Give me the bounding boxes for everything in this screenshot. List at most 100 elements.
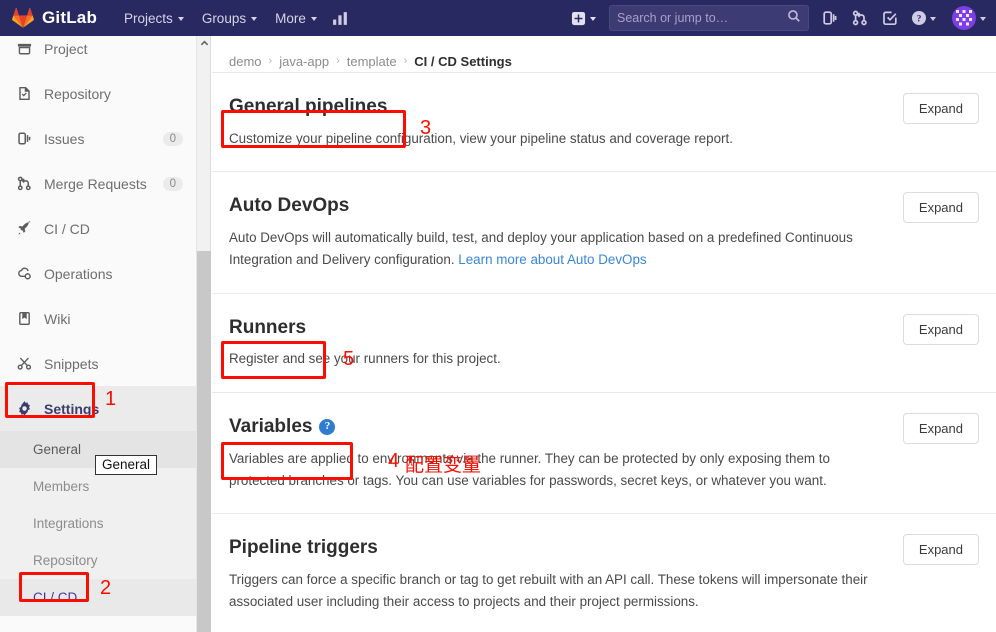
sidebar-scrollbar-thumb[interactable] bbox=[197, 251, 211, 632]
sidebar-item-issues[interactable]: Issues 0 bbox=[0, 116, 196, 161]
chevron-down-icon bbox=[930, 17, 936, 21]
sidebar-item-wiki[interactable]: Wiki bbox=[0, 296, 196, 341]
sidebar-subitem-ci-cd-label: CI / CD bbox=[33, 590, 78, 605]
section-pipeline-triggers-desc: Triggers can force a specific branch or … bbox=[229, 571, 868, 609]
section-variables: Variables ? Variables are applied to env… bbox=[212, 392, 996, 513]
chevron-down-icon bbox=[177, 17, 184, 21]
breadcrumb: demo › java-app › template › CI / CD Set… bbox=[212, 36, 996, 72]
nav-more-label: More bbox=[275, 10, 306, 26]
expand-button-general-pipelines[interactable]: Expand bbox=[902, 93, 979, 124]
question-mark-help-icon[interactable]: ? bbox=[319, 418, 336, 435]
sidebar-item-wiki-label: Wiki bbox=[44, 310, 71, 327]
navbar-right-group: Search or jump to… ? bbox=[564, 0, 996, 36]
repository-icon bbox=[14, 86, 34, 101]
sidebar-subitem-repository-label: Repository bbox=[33, 553, 98, 568]
search-placeholder: Search or jump to… bbox=[617, 11, 729, 25]
section-pipeline-triggers: Pipeline triggers Triggers can force a s… bbox=[212, 513, 996, 632]
chevron-down-icon bbox=[251, 17, 258, 21]
breadcrumb-template[interactable]: template bbox=[347, 54, 397, 69]
issues-count-badge: 0 bbox=[162, 131, 183, 146]
avatar[interactable] bbox=[952, 6, 976, 30]
sidebar-item-issues-label: Issues bbox=[44, 130, 85, 147]
sidebar-item-snippets-label: Snippets bbox=[44, 355, 99, 372]
expand-button-runners[interactable]: Expand bbox=[902, 313, 979, 345]
rocket-icon bbox=[14, 221, 34, 236]
analytics-chart-icon[interactable] bbox=[326, 0, 356, 36]
sidebar-item-operations[interactable]: Operations bbox=[0, 251, 196, 296]
sidebar-subitem-ci-cd[interactable]: CI / CD bbox=[0, 579, 196, 616]
search-input[interactable]: Search or jump to… bbox=[609, 5, 809, 31]
todos-check-icon[interactable] bbox=[875, 0, 905, 36]
section-pipeline-triggers-title: Pipeline triggers bbox=[229, 537, 378, 559]
chevron-down-icon bbox=[310, 17, 317, 21]
main-content: demo › java-app › template › CI / CD Set… bbox=[212, 36, 996, 632]
svg-text:?: ? bbox=[917, 14, 922, 25]
section-general-pipelines-title: General pipelines bbox=[229, 96, 388, 117]
sidebar-item-ci-cd-label: CI / CD bbox=[44, 220, 90, 237]
expand-button-auto-devops[interactable]: Expand bbox=[902, 192, 979, 224]
section-general-pipelines: General pipelines Customize your pipelin… bbox=[212, 72, 996, 171]
question-circle-icon: ? bbox=[912, 11, 926, 25]
breadcrumb-separator-icon: › bbox=[403, 55, 408, 67]
section-variables-desc: Variables are applied to environments vi… bbox=[229, 450, 830, 488]
user-menu[interactable] bbox=[942, 6, 986, 30]
sidebar-item-project-label: Project bbox=[44, 40, 88, 57]
wiki-book-icon bbox=[14, 311, 34, 326]
sidebar-item-settings-label: Settings bbox=[44, 400, 100, 417]
user-avatar-identicon bbox=[952, 6, 976, 30]
section-runners-desc: Register and see your runners for this p… bbox=[229, 351, 501, 367]
sidebar-subitem-general-label: General bbox=[33, 442, 82, 457]
operations-icon bbox=[14, 266, 34, 281]
sidebar-item-ci-cd[interactable]: CI / CD bbox=[0, 206, 196, 251]
sidebar-item-project[interactable]: Project bbox=[0, 36, 196, 71]
issues-icon[interactable] bbox=[815, 0, 845, 36]
snippets-scissors-icon bbox=[14, 356, 34, 371]
sidebar-item-repository-label: Repository bbox=[44, 85, 111, 102]
section-auto-devops-title: Auto DevOps bbox=[229, 195, 350, 217]
sidebar-item-settings[interactable]: Settings bbox=[0, 386, 196, 431]
plus-square-icon bbox=[571, 11, 586, 25]
breadcrumb-separator-icon: › bbox=[336, 55, 340, 67]
sidebar-item-operations-label: Operations bbox=[44, 265, 113, 282]
merge-request-icon[interactable] bbox=[845, 0, 875, 36]
sidebar-subitem-repository[interactable]: Repository bbox=[0, 542, 196, 579]
sidebar-item-repository[interactable]: Repository bbox=[0, 71, 196, 116]
merge-request-icon bbox=[14, 176, 34, 191]
nav-more[interactable]: More bbox=[266, 0, 326, 36]
breadcrumb-separator-icon: › bbox=[268, 55, 273, 67]
expand-button-pipeline-triggers[interactable]: Expand bbox=[902, 534, 979, 566]
new-item-dropdown[interactable] bbox=[564, 0, 603, 36]
sidebar-subitem-integrations-label: Integrations bbox=[33, 516, 104, 531]
nav-projects[interactable]: Projects bbox=[115, 0, 193, 36]
sidebar-scrollbar[interactable] bbox=[197, 36, 211, 632]
section-runners: Runners Register and see your runners fo… bbox=[212, 292, 996, 392]
project-sidebar: Project Repository Issues 0 Merge Reques… bbox=[0, 36, 197, 632]
chevron-down-icon bbox=[590, 17, 596, 21]
chevron-up-icon[interactable] bbox=[197, 36, 211, 51]
breadcrumb-demo[interactable]: demo bbox=[229, 54, 262, 69]
breadcrumb-java-app[interactable]: java-app bbox=[279, 54, 329, 69]
chevron-down-icon bbox=[980, 17, 986, 21]
section-auto-devops-desc: Auto DevOps will automatically build, te… bbox=[229, 227, 869, 270]
gitlab-fox-logo-icon bbox=[12, 7, 34, 28]
sidebar-item-merge-requests[interactable]: Merge Requests 0 bbox=[0, 161, 196, 206]
nav-groups[interactable]: Groups bbox=[193, 0, 266, 36]
auto-devops-learn-more-link[interactable]: Learn more about Auto DevOps bbox=[458, 252, 646, 267]
section-variables-title-text: Variables bbox=[229, 416, 313, 438]
gitlab-logo-home-link[interactable]: GitLab bbox=[12, 7, 97, 29]
merge-requests-count-badge: 0 bbox=[162, 176, 183, 191]
section-auto-devops: Auto DevOps Auto DevOps will automatical… bbox=[212, 171, 996, 292]
section-runners-title: Runners bbox=[229, 316, 307, 338]
search-icon bbox=[787, 9, 801, 28]
sidebar-item-snippets[interactable]: Snippets bbox=[0, 341, 196, 386]
help-dropdown[interactable]: ? bbox=[905, 0, 942, 36]
expand-button-variables[interactable]: Expand bbox=[902, 413, 979, 445]
gear-icon bbox=[14, 401, 34, 416]
general-tooltip: General bbox=[95, 455, 158, 475]
project-icon bbox=[14, 41, 34, 56]
nav-projects-label: Projects bbox=[124, 10, 173, 26]
sidebar-subitem-integrations[interactable]: Integrations bbox=[0, 505, 196, 542]
sidebar-subitem-members-label: Members bbox=[33, 479, 90, 494]
nav-groups-label: Groups bbox=[201, 10, 247, 26]
issues-icon bbox=[14, 131, 34, 146]
